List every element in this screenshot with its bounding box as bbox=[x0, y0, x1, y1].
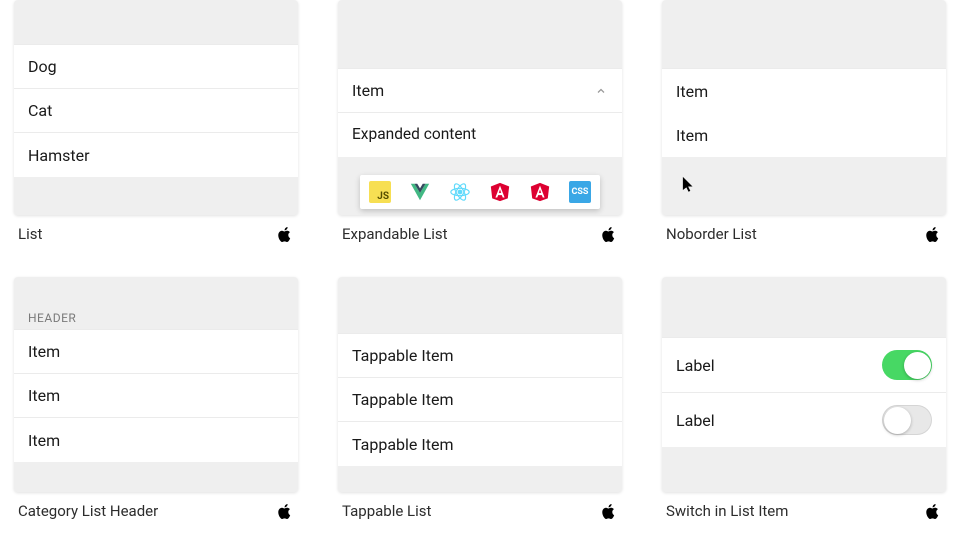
list-item-label: Item bbox=[28, 342, 60, 361]
card: Item Item bbox=[662, 0, 946, 215]
list-item-label: Item bbox=[352, 81, 384, 100]
cursor-arrow-icon bbox=[682, 176, 696, 194]
caption-label: Tappable List bbox=[342, 502, 431, 520]
list: Tappable Item Tappable Item Tappable Ite… bbox=[338, 333, 622, 466]
list-item[interactable]: Cat bbox=[14, 89, 298, 133]
tappable-list-item[interactable]: Tappable Item bbox=[338, 422, 622, 466]
list-item-label: Item bbox=[676, 82, 708, 101]
list-item[interactable]: Dog bbox=[14, 45, 298, 89]
apple-icon bbox=[600, 502, 618, 520]
list-item-label: Hamster bbox=[28, 146, 90, 165]
list-item-label: Item bbox=[28, 386, 60, 405]
expandable-list-header[interactable]: Item bbox=[338, 69, 622, 113]
caption-row: Category List Header bbox=[14, 492, 298, 520]
switch-toggle[interactable] bbox=[882, 405, 932, 435]
tappable-list-item[interactable]: Tappable Item bbox=[338, 378, 622, 422]
list-item[interactable]: Item bbox=[662, 113, 946, 157]
caption-label: Category List Header bbox=[18, 502, 158, 520]
caption-row: Expandable List bbox=[338, 215, 622, 243]
tech-toolbar: JS CSS bbox=[360, 175, 600, 209]
list-item-label: Dog bbox=[28, 57, 57, 76]
angular2-icon[interactable] bbox=[529, 181, 551, 203]
apple-icon bbox=[276, 225, 294, 243]
example-noborder-list: Item Item Noborder List bbox=[662, 0, 946, 243]
caption-label: Expandable List bbox=[342, 225, 448, 243]
chevron-up-icon bbox=[594, 84, 608, 98]
apple-icon bbox=[924, 225, 942, 243]
caption-label: Switch in List Item bbox=[666, 502, 788, 520]
caption-label: List bbox=[18, 225, 42, 243]
card: Tappable Item Tappable Item Tappable Ite… bbox=[338, 277, 622, 492]
list-item[interactable]: Hamster bbox=[14, 133, 298, 177]
list-item-label: Item bbox=[676, 126, 708, 145]
switch-list-item: Label bbox=[662, 338, 946, 393]
switch-toggle[interactable] bbox=[882, 350, 932, 380]
caption-label: Noborder List bbox=[666, 225, 757, 243]
switch-label: Label bbox=[676, 356, 715, 375]
switch-list-item: Label bbox=[662, 393, 946, 447]
list: Item Item bbox=[662, 68, 946, 157]
expanded-content: Expanded content bbox=[338, 113, 622, 157]
list: Dog Cat Hamster bbox=[14, 44, 298, 177]
list: Item Item Item bbox=[14, 329, 298, 462]
example-tappable-list: Tappable Item Tappable Item Tappable Ite… bbox=[338, 277, 622, 520]
caption-row: Tappable List bbox=[338, 492, 622, 520]
example-list: Dog Cat Hamster List bbox=[14, 0, 298, 243]
card: Dog Cat Hamster bbox=[14, 0, 298, 215]
css-icon[interactable]: CSS bbox=[569, 181, 591, 203]
list-item[interactable]: Item bbox=[14, 374, 298, 418]
caption-row: List bbox=[14, 215, 298, 243]
list-item-label: Tappable Item bbox=[352, 390, 453, 409]
apple-icon bbox=[600, 225, 618, 243]
example-expandable-list: Item Expanded content JS bbox=[338, 0, 622, 243]
card: Label Label bbox=[662, 277, 946, 492]
card: Item Expanded content JS bbox=[338, 0, 622, 215]
switch-label: Label bbox=[676, 411, 715, 430]
list-item-label: Item bbox=[28, 431, 60, 450]
react-icon[interactable] bbox=[449, 181, 471, 203]
list-item[interactable]: Item bbox=[14, 330, 298, 374]
list: Item Expanded content bbox=[338, 68, 622, 157]
list-item[interactable]: Item bbox=[14, 418, 298, 462]
list: Label Label bbox=[662, 337, 946, 447]
list-item-label: Tappable Item bbox=[352, 346, 453, 365]
caption-row: Noborder List bbox=[662, 215, 946, 243]
card: HEADER Item Item Item bbox=[14, 277, 298, 492]
tappable-list-item[interactable]: Tappable Item bbox=[338, 334, 622, 378]
list-item[interactable]: Item bbox=[662, 69, 946, 113]
apple-icon bbox=[924, 502, 942, 520]
list-item-label: Cat bbox=[28, 101, 52, 120]
example-category-list: HEADER Item Item Item Category List Head… bbox=[14, 277, 298, 520]
caption-row: Switch in List Item bbox=[662, 492, 946, 520]
js-icon[interactable]: JS bbox=[369, 181, 391, 203]
example-switch-list: Label Label Switch in List Item bbox=[662, 277, 946, 520]
apple-icon bbox=[276, 502, 294, 520]
angular-icon[interactable] bbox=[489, 181, 511, 203]
list-section-header: HEADER bbox=[14, 303, 298, 329]
vue-icon[interactable] bbox=[409, 181, 431, 203]
list-item-label: Tappable Item bbox=[352, 435, 453, 454]
